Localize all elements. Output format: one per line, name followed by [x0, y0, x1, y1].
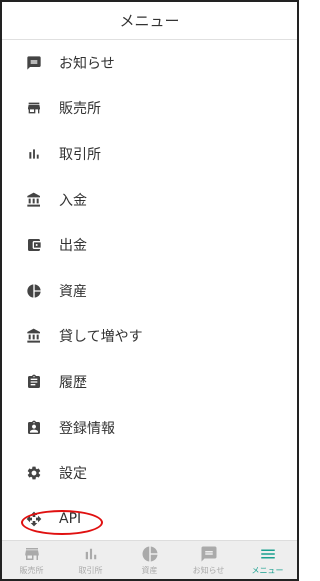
store-icon	[23, 545, 41, 563]
menu-item-label: 販売所	[59, 101, 101, 118]
menu-item-lending[interactable]: 貸して増やす	[2, 314, 297, 360]
nav-item-exchange[interactable]: 取引所	[61, 541, 120, 579]
menu-item-label: 登録情報	[59, 420, 115, 437]
pie-chart-icon	[141, 545, 159, 563]
menu-item-label: 資産	[59, 283, 87, 300]
menu-list: お知らせ 販売所 取引所 入金 出金 資産 貸して増やす 履歴 登録情報 設定 …	[2, 40, 297, 542]
nav-item-news[interactable]: お知らせ	[179, 541, 238, 579]
nav-item-store[interactable]: 販売所	[2, 541, 61, 579]
menu-item-settings[interactable]: 設定	[2, 450, 297, 496]
bar-chart-icon	[82, 545, 100, 563]
store-icon	[25, 99, 43, 117]
gear-icon	[25, 464, 43, 482]
clipboard-icon	[25, 373, 43, 391]
pie-chart-icon	[25, 282, 43, 300]
menu-item-api[interactable]: API	[2, 496, 297, 542]
nav-item-label: メニュー	[251, 565, 284, 575]
menu-item-store[interactable]: 販売所	[2, 86, 297, 132]
menu-item-deposit[interactable]: 入金	[2, 177, 297, 223]
nav-item-label: 取引所	[78, 565, 103, 575]
menu-item-label: 出金	[59, 238, 87, 255]
bank-icon	[25, 327, 43, 345]
nav-item-label: お知らせ	[192, 565, 225, 575]
page-header: メニュー	[2, 2, 297, 40]
bottom-navigation: 販売所 取引所 資産 お知らせ メニュー	[2, 540, 297, 579]
nav-item-assets[interactable]: 資産	[120, 541, 179, 579]
menu-item-label: 設定	[59, 466, 87, 483]
menu-item-label: お知らせ	[59, 55, 115, 72]
menu-item-label: 履歴	[59, 374, 87, 391]
menu-item-assets[interactable]: 資産	[2, 268, 297, 314]
nav-item-label: 資産	[141, 565, 158, 575]
announcement-icon	[25, 54, 43, 72]
menu-item-exchange[interactable]: 取引所	[2, 131, 297, 177]
nav-item-label: 販売所	[19, 565, 44, 575]
wallet-icon	[25, 236, 43, 254]
menu-item-label: 貸して増やす	[59, 329, 143, 346]
menu-item-label: API	[59, 510, 82, 527]
menu-item-news[interactable]: お知らせ	[2, 40, 297, 86]
menu-item-registration[interactable]: 登録情報	[2, 405, 297, 451]
bank-icon	[25, 191, 43, 209]
page-title: メニュー	[119, 12, 180, 30]
bar-chart-icon	[25, 145, 43, 163]
menu-item-withdraw[interactable]: 出金	[2, 222, 297, 268]
announcement-icon	[200, 545, 218, 563]
hamburger-menu-icon	[259, 545, 277, 563]
menu-item-label: 入金	[59, 192, 87, 209]
nav-item-menu[interactable]: メニュー	[238, 541, 297, 579]
move-arrows-icon	[25, 510, 43, 528]
app-frame: メニュー お知らせ 販売所 取引所 入金 出金 資産 貸して増やす 履歴 登録情…	[0, 0, 299, 581]
menu-item-history[interactable]: 履歴	[2, 359, 297, 405]
menu-item-label: 取引所	[59, 146, 101, 163]
contact-card-icon	[25, 419, 43, 437]
